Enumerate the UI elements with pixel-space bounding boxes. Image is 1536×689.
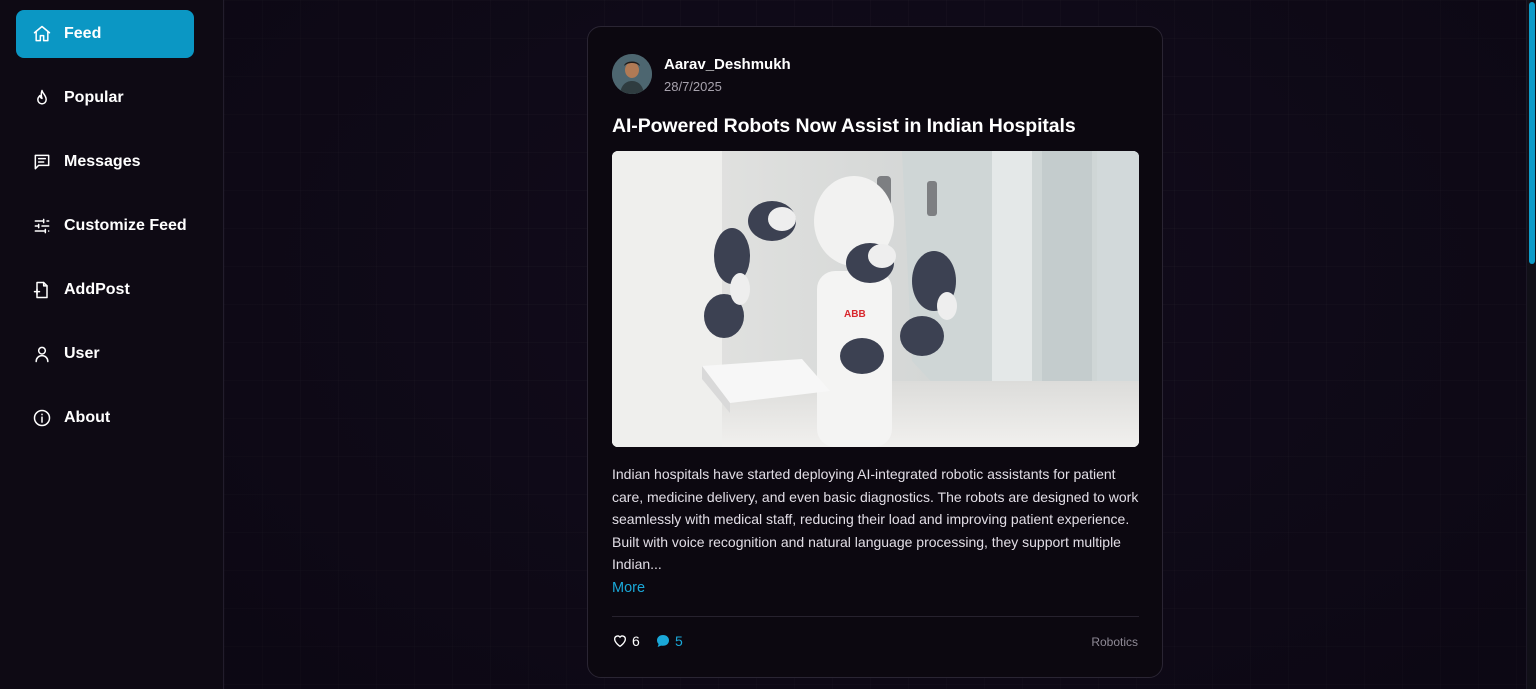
post-body: Indian hospitals have started deploying …: [612, 466, 1139, 573]
post-card: Aarav_Deshmukh 28/7/2025 AI-Powered Robo…: [587, 26, 1163, 678]
flame-icon: [32, 88, 52, 108]
sidebar-item-label: User: [64, 345, 100, 362]
svg-text:ABB: ABB: [844, 309, 866, 320]
comment-button[interactable]: 5: [655, 633, 683, 649]
sidebar-item-label: Popular: [64, 89, 124, 106]
sidebar-item-messages[interactable]: Messages: [16, 138, 194, 186]
heart-icon: [613, 635, 627, 648]
post-author[interactable]: Aarav_Deshmukh: [664, 56, 791, 73]
sidebar-item-label: Customize Feed: [64, 217, 187, 234]
message-icon: [32, 152, 52, 172]
post-tag[interactable]: Robotics: [1091, 635, 1138, 649]
home-icon: [32, 24, 52, 44]
post-date: 28/7/2025: [664, 79, 722, 94]
info-icon: [32, 408, 52, 428]
sidebar-item-user[interactable]: User: [16, 330, 194, 378]
sidebar-item-label: AddPost: [64, 281, 130, 298]
file-plus-icon: [32, 280, 52, 300]
like-count: 6: [632, 633, 640, 649]
sidebar-item-addpost[interactable]: AddPost: [16, 266, 194, 314]
sidebar-item-about[interactable]: About: [16, 394, 194, 442]
sidebar-item-label: About: [64, 409, 111, 426]
sidebar-item-popular[interactable]: Popular: [16, 74, 194, 122]
sidebar-item-label: Feed: [64, 25, 102, 42]
avatar[interactable]: [612, 54, 652, 94]
scrollbar[interactable]: [1526, 0, 1536, 689]
sidebar-item-customize-feed[interactable]: Customize Feed: [16, 202, 194, 250]
scrollbar-thumb[interactable]: [1529, 2, 1535, 264]
more-link[interactable]: More: [612, 580, 645, 596]
sidebar-item-label: Messages: [64, 153, 141, 170]
user-icon: [32, 344, 52, 364]
post-image: ABB: [612, 151, 1139, 447]
comment-icon: [657, 635, 669, 647]
like-button[interactable]: 6: [612, 633, 640, 649]
sidebar: Feed Popular Messages Customize Feed Add…: [0, 0, 224, 689]
sidebar-item-feed[interactable]: Feed: [16, 10, 194, 58]
comment-count: 5: [675, 633, 683, 649]
sliders-icon: [32, 216, 52, 236]
post-title[interactable]: AI-Powered Robots Now Assist in Indian H…: [612, 115, 1076, 138]
divider: [612, 616, 1139, 617]
